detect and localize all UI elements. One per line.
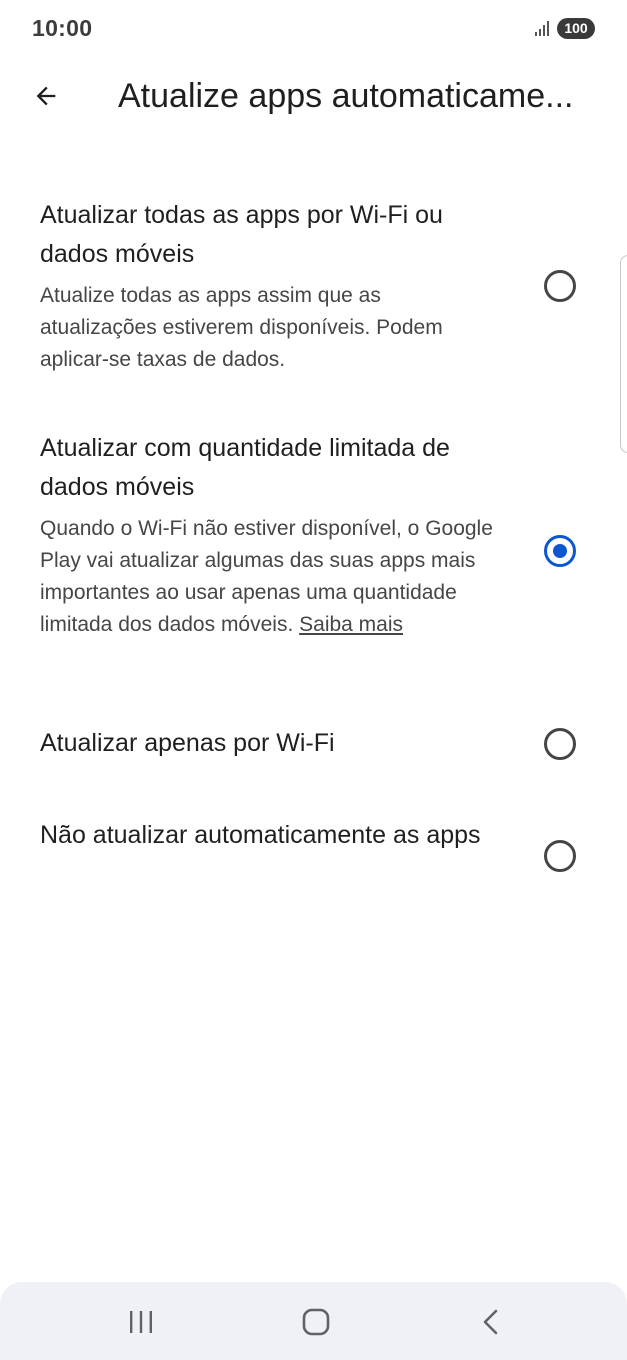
home-icon bbox=[302, 1308, 330, 1336]
option-description-text: Quando o Wi-Fi não estiver disponível, o… bbox=[40, 517, 493, 636]
radio-button-no-auto-update[interactable] bbox=[544, 840, 576, 872]
option-title: Não atualizar automaticamente as apps bbox=[40, 821, 481, 849]
signal-bars-icon bbox=[535, 21, 549, 36]
option-update-wifi-only[interactable]: Atualizar apenas por Wi-Fi bbox=[0, 724, 600, 774]
back-button[interactable] bbox=[22, 74, 70, 118]
option-title: Atualizar todas as apps por Wi-Fi ou dad… bbox=[40, 201, 443, 268]
page-title: Atualize apps automaticame... bbox=[118, 77, 574, 115]
app-bar: Atualize apps automaticame... bbox=[0, 56, 627, 136]
battery-indicator: 100 bbox=[557, 18, 595, 39]
option-text: Atualizar apenas por Wi-Fi bbox=[40, 724, 500, 763]
option-no-auto-update[interactable]: Não atualizar automaticamente as apps bbox=[0, 816, 600, 900]
status-time: 10:00 bbox=[32, 15, 93, 41]
option-update-limited-mobile-data[interactable]: Atualizar com quantidade limitada de dad… bbox=[0, 429, 600, 679]
home-button[interactable] bbox=[286, 1298, 346, 1346]
option-text: Não atualizar automaticamente as apps bbox=[40, 816, 500, 855]
nav-back-button[interactable] bbox=[461, 1298, 521, 1346]
option-text: Atualizar todas as apps por Wi-Fi ou dad… bbox=[40, 196, 500, 376]
status-bar: 10:00 100 bbox=[0, 0, 627, 56]
recents-button[interactable] bbox=[111, 1298, 171, 1346]
edge-panel-handle[interactable] bbox=[620, 255, 627, 453]
option-text: Atualizar com quantidade limitada de dad… bbox=[40, 429, 500, 641]
option-description: Quando o Wi-Fi não estiver disponível, o… bbox=[40, 513, 500, 641]
recents-icon bbox=[130, 1311, 152, 1333]
arrow-back-icon bbox=[36, 86, 56, 106]
radio-button-update-wifi-or-mobile[interactable] bbox=[544, 270, 576, 302]
option-title: Atualizar apenas por Wi-Fi bbox=[40, 729, 335, 757]
option-title: Atualizar com quantidade limitada de dad… bbox=[40, 434, 450, 501]
radio-button-update-limited-mobile-data[interactable] bbox=[544, 535, 576, 567]
option-description: Atualize todas as apps assim que as atua… bbox=[40, 284, 443, 371]
nav-back-icon bbox=[483, 1309, 498, 1335]
radio-button-update-wifi-only[interactable] bbox=[544, 728, 576, 760]
navigation-bar bbox=[0, 1282, 627, 1360]
learn-more-link[interactable]: Saiba mais bbox=[299, 613, 403, 636]
option-update-wifi-or-mobile[interactable]: Atualizar todas as apps por Wi-Fi ou dad… bbox=[0, 196, 600, 386]
